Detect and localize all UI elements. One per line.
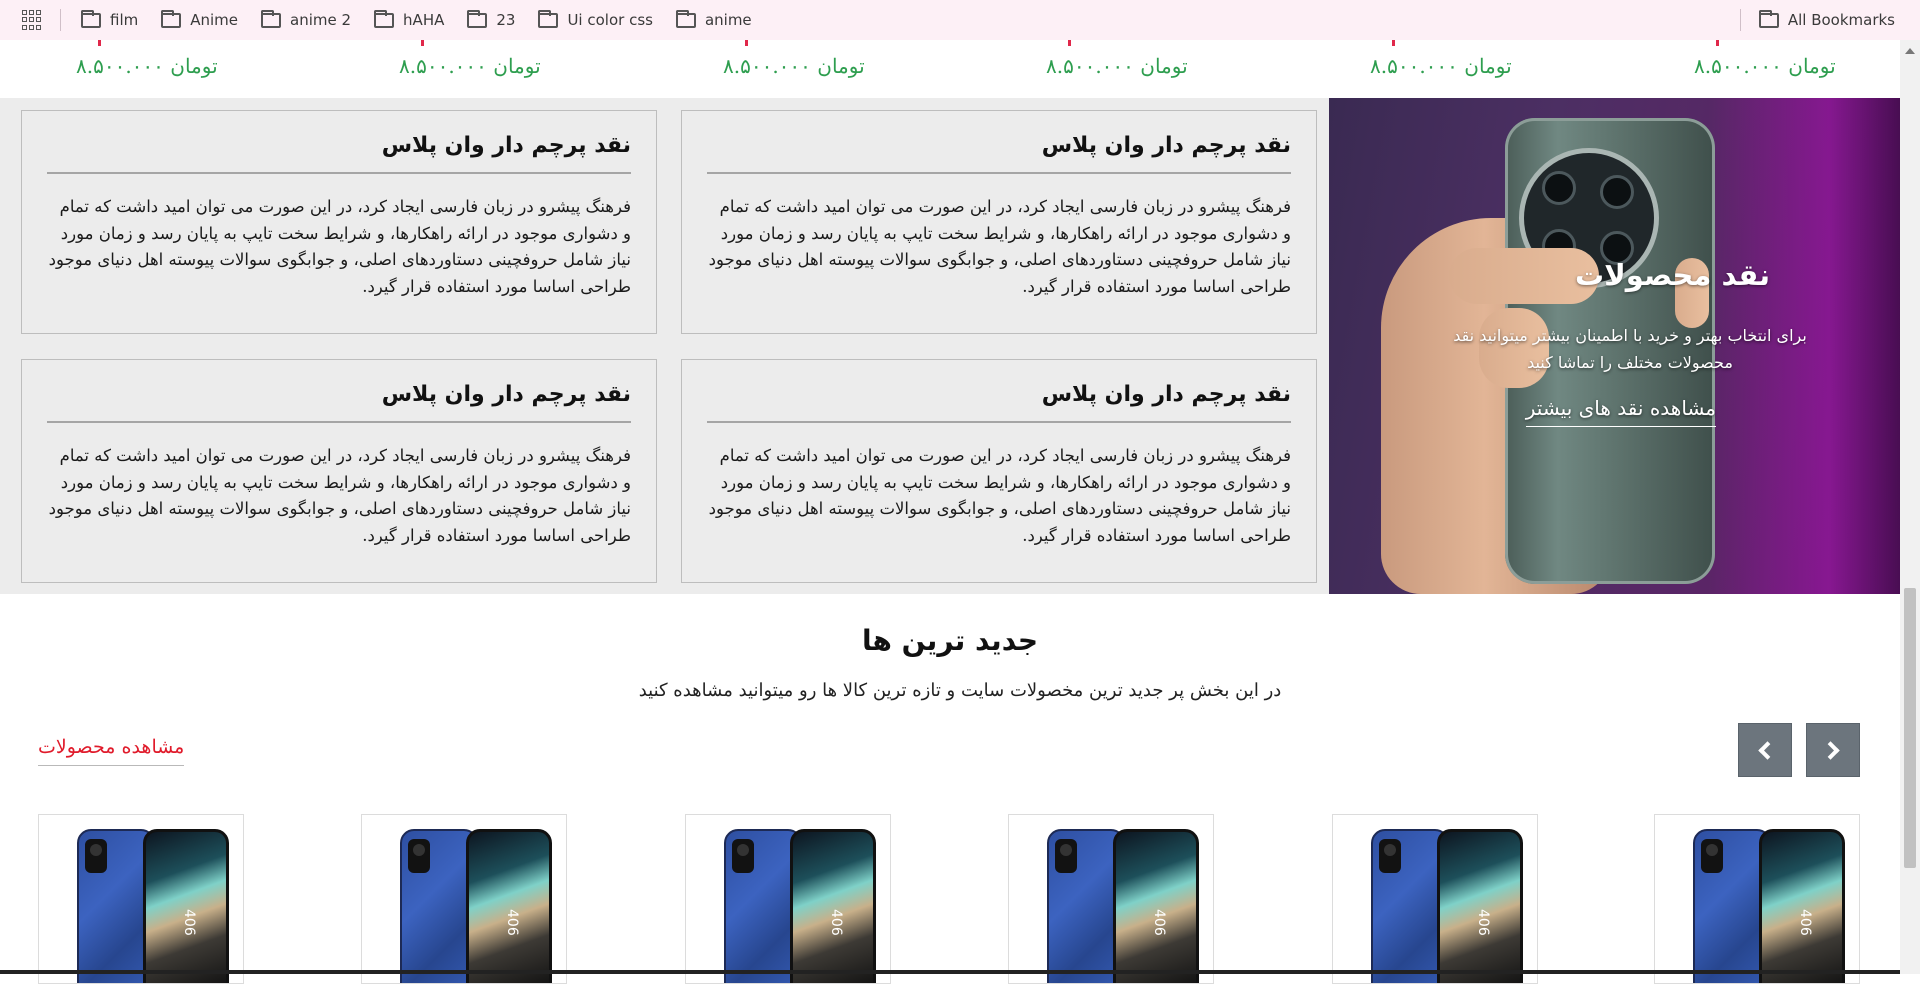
hero-title: نقد محصولات — [1575, 258, 1770, 292]
review-card[interactable]: نقد پرچم دار وان پلاس فرهنگ پیشرو در زبا… — [681, 359, 1317, 583]
carousel-prev-button[interactable] — [1738, 723, 1792, 777]
product-price: تومان ۸.۵۰۰.۰۰۰ — [723, 54, 865, 78]
product-card[interactable]: 406 — [1008, 814, 1214, 984]
product-image-label: 406 — [1797, 909, 1813, 936]
product-price: تومان ۸.۵۰۰.۰۰۰ — [1046, 54, 1188, 78]
camera-icon — [408, 839, 430, 873]
newest-title: جدید ترین ها — [861, 624, 1039, 657]
product-image-label: 406 — [181, 909, 197, 936]
all-bookmarks[interactable]: All Bookmarks — [1758, 9, 1895, 29]
price-marker — [1716, 40, 1719, 46]
bookmark-23[interactable]: 23 — [467, 9, 516, 29]
review-card-text: فرهنگ پیشرو در زبان فارسی ایجاد کرد، در … — [708, 197, 1291, 296]
price-strip: تومان ۸.۵۰۰.۰۰۰ تومان ۸.۵۰۰.۰۰۰ تومان ۸.… — [0, 40, 1900, 98]
folder-icon — [1758, 9, 1779, 28]
review-card[interactable]: نقد پرچم دار وان پلاس فرهنگ پیشرو در زبا… — [681, 110, 1317, 334]
bookmark-label: Ui color css — [567, 11, 653, 29]
bookmarks-separator — [1739, 9, 1741, 31]
review-card[interactable]: نقد پرچم دار وان پلاس فرهنگ پیشرو در زبا… — [21, 110, 657, 334]
chevron-right-icon — [1821, 740, 1840, 760]
product-image: 406 — [77, 829, 229, 983]
bookmark-anime-lower[interactable]: anime — [675, 9, 752, 29]
bookmark-label: anime — [704, 11, 752, 29]
bookmark-label: Anime — [190, 11, 239, 29]
folder-icon — [675, 9, 696, 28]
folder-icon — [538, 9, 559, 28]
camera-icon — [1379, 839, 1401, 873]
review-card-title: نقد پرچم دار وان پلاس — [707, 382, 1291, 423]
camera-icon — [1055, 839, 1077, 873]
folder-icon — [261, 9, 282, 28]
page-scrollbar[interactable] — [1900, 40, 1920, 974]
bookmark-label: film — [110, 11, 139, 29]
review-card-title: نقد پرچم دار وان پلاس — [707, 133, 1291, 174]
product-image: 406 — [1371, 829, 1523, 983]
carousel-next-button[interactable] — [1806, 723, 1860, 777]
bookmarks-bar: film Anime anime 2 hAHA 23 Ui color css … — [0, 0, 1920, 40]
bookmark-film[interactable]: film — [81, 9, 139, 29]
product-image-label: 406 — [828, 909, 844, 936]
price-marker — [1068, 40, 1071, 46]
price-marker — [98, 40, 101, 46]
product-card[interactable]: 406 — [38, 814, 244, 984]
folder-icon — [161, 9, 182, 28]
review-card-text: فرهنگ پیشرو در زبان فارسی ایجاد کرد، در … — [48, 197, 631, 296]
review-card-title: نقد پرچم دار وان پلاس — [47, 382, 631, 423]
product-image-label: 406 — [1151, 909, 1167, 936]
chevron-left-icon — [1758, 740, 1777, 760]
bookmark-label: hAHA — [403, 11, 445, 29]
more-reviews-link[interactable]: مشاهده نقد های بیشتر — [1525, 396, 1716, 427]
price-marker — [745, 40, 748, 46]
folder-icon — [467, 9, 488, 28]
product-image: 406 — [400, 829, 552, 983]
page-bottom-border — [0, 970, 1900, 974]
bookmark-ui-color-css[interactable]: Ui color css — [538, 9, 653, 29]
product-price: تومان ۸.۵۰۰.۰۰۰ — [76, 54, 218, 78]
bookmark-label: 23 — [496, 11, 516, 29]
product-image: 406 — [724, 829, 876, 983]
scrollbar-thumb[interactable] — [1904, 588, 1916, 868]
product-price: تومان ۸.۵۰۰.۰۰۰ — [1694, 54, 1836, 78]
product-image: 406 — [1047, 829, 1199, 983]
product-image-label: 406 — [1475, 909, 1491, 936]
camera-icon — [85, 839, 107, 873]
price-marker — [421, 40, 424, 46]
folder-icon — [81, 9, 101, 28]
bookmark-haha[interactable]: hAHA — [374, 9, 445, 29]
bookmark-label: anime 2 — [290, 11, 352, 29]
bookmarks-separator — [60, 9, 61, 31]
review-card[interactable]: نقد پرچم دار وان پلاس فرهنگ پیشرو در زبا… — [21, 359, 657, 583]
reviews-hero-banner: نقد محصولات برای انتخاب بهتر و خرید با ا… — [1329, 98, 1900, 594]
product-price: تومان ۸.۵۰۰.۰۰۰ — [1370, 54, 1512, 78]
product-image: 406 — [1693, 829, 1845, 983]
folder-icon — [374, 9, 395, 28]
review-card-text: فرهنگ پیشرو در زبان فارسی ایجاد کرد، در … — [48, 446, 631, 545]
price-marker — [1392, 40, 1395, 46]
product-card[interactable]: 406 — [685, 814, 891, 984]
camera-icon — [732, 839, 754, 873]
apps-grid-icon[interactable] — [22, 10, 42, 30]
product-card[interactable]: 406 — [1654, 814, 1860, 984]
scroll-up-arrow-icon[interactable] — [1905, 48, 1915, 54]
bookmark-anime-2[interactable]: anime 2 — [261, 9, 352, 29]
product-card[interactable]: 406 — [361, 814, 567, 984]
newest-subtitle: در این بخش پر جدید ترین مخصولات سایت و ت… — [638, 680, 1282, 701]
bookmark-anime[interactable]: Anime — [161, 9, 239, 29]
product-card[interactable]: 406 — [1332, 814, 1538, 984]
review-card-text: فرهنگ پیشرو در زبان فارسی ایجاد کرد، در … — [708, 446, 1291, 545]
product-price: تومان ۸.۵۰۰.۰۰۰ — [399, 54, 541, 78]
product-image-label: 406 — [504, 909, 520, 936]
all-bookmarks-label: All Bookmarks — [1787, 11, 1895, 29]
camera-icon — [1701, 839, 1723, 873]
review-card-title: نقد پرچم دار وان پلاس — [47, 133, 631, 174]
view-products-link[interactable]: مشاهده محصولات — [38, 736, 185, 766]
hero-description: برای انتخاب بهتر و خرید با اطمینان بیشتر… — [1453, 326, 1807, 372]
